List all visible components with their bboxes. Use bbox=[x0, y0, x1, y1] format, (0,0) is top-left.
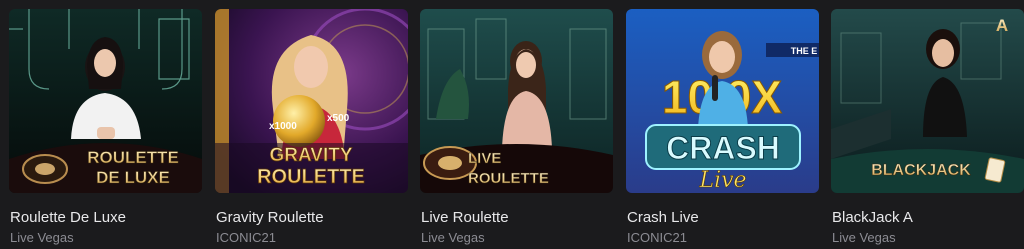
game-provider: ICONIC21 bbox=[216, 230, 276, 245]
game-title[interactable]: Live Roulette bbox=[421, 209, 509, 226]
game-provider: Live Vegas bbox=[10, 230, 74, 245]
logo-line-2: ROULETTE bbox=[257, 166, 365, 188]
game-card-gravity-roulette[interactable]: x1000 x500 GRAVITY ROULETTE Gravity Roul… bbox=[215, 0, 408, 249]
game-provider: Live Vegas bbox=[832, 230, 896, 245]
game-thumbnail[interactable]: THE E 10 0X CRASH Live bbox=[626, 9, 819, 193]
corner-letter: A bbox=[996, 16, 1008, 35]
game-title[interactable]: Crash Live bbox=[627, 209, 699, 226]
logo-line-2: Live bbox=[698, 168, 746, 193]
roulette-de-luxe-artwork: ROULETTE DE LUXE bbox=[9, 9, 202, 193]
live-roulette-artwork: LIVE ROULETTE bbox=[420, 9, 613, 193]
game-thumbnail[interactable]: A BLACKJACK bbox=[831, 9, 1024, 193]
game-title[interactable]: BlackJack A bbox=[832, 209, 913, 226]
gravity-roulette-artwork: x1000 x500 GRAVITY ROULETTE bbox=[215, 9, 408, 193]
multiplier-badge-b: x500 bbox=[327, 113, 350, 124]
game-thumbnail[interactable]: x1000 x500 GRAVITY ROULETTE bbox=[215, 9, 408, 193]
crash-live-artwork: THE E 10 0X CRASH Live bbox=[626, 9, 819, 193]
game-provider: ICONIC21 bbox=[627, 230, 687, 245]
game-title[interactable]: Gravity Roulette bbox=[216, 209, 324, 226]
game-provider: Live Vegas bbox=[421, 230, 485, 245]
logo-line-2: DE LUXE bbox=[96, 168, 170, 187]
live-games-row: ROULETTE DE LUXE Roulette De Luxe Live V… bbox=[0, 0, 1024, 249]
logo-line-1: GRAVITY bbox=[269, 145, 352, 166]
top-tag: THE E bbox=[791, 46, 818, 56]
game-card-roulette-de-luxe[interactable]: ROULETTE DE LUXE Roulette De Luxe Live V… bbox=[9, 0, 202, 249]
logo-line-1: CRASH bbox=[666, 130, 780, 166]
game-card-live-roulette[interactable]: LIVE ROULETTE Live Roulette Live Vegas bbox=[420, 0, 613, 249]
blackjack-a-artwork: A BLACKJACK bbox=[831, 9, 1024, 193]
logo-line-1: ROULETTE bbox=[87, 148, 179, 167]
logo-line-2: ROULETTE bbox=[468, 170, 549, 187]
game-title[interactable]: Roulette De Luxe bbox=[10, 209, 126, 226]
logo-line-1: LIVE bbox=[468, 150, 501, 167]
logo-line-1: BLACKJACK bbox=[871, 162, 971, 179]
game-thumbnail[interactable]: ROULETTE DE LUXE bbox=[9, 9, 202, 193]
game-thumbnail[interactable]: LIVE ROULETTE bbox=[420, 9, 613, 193]
multiplier-badge-a: x1000 bbox=[269, 121, 297, 132]
game-card-crash-live[interactable]: THE E 10 0X CRASH Live Crash Live ICONIC… bbox=[626, 0, 819, 249]
game-card-blackjack-a[interactable]: A BLACKJACK BlackJack A Live Vegas bbox=[831, 0, 1024, 249]
